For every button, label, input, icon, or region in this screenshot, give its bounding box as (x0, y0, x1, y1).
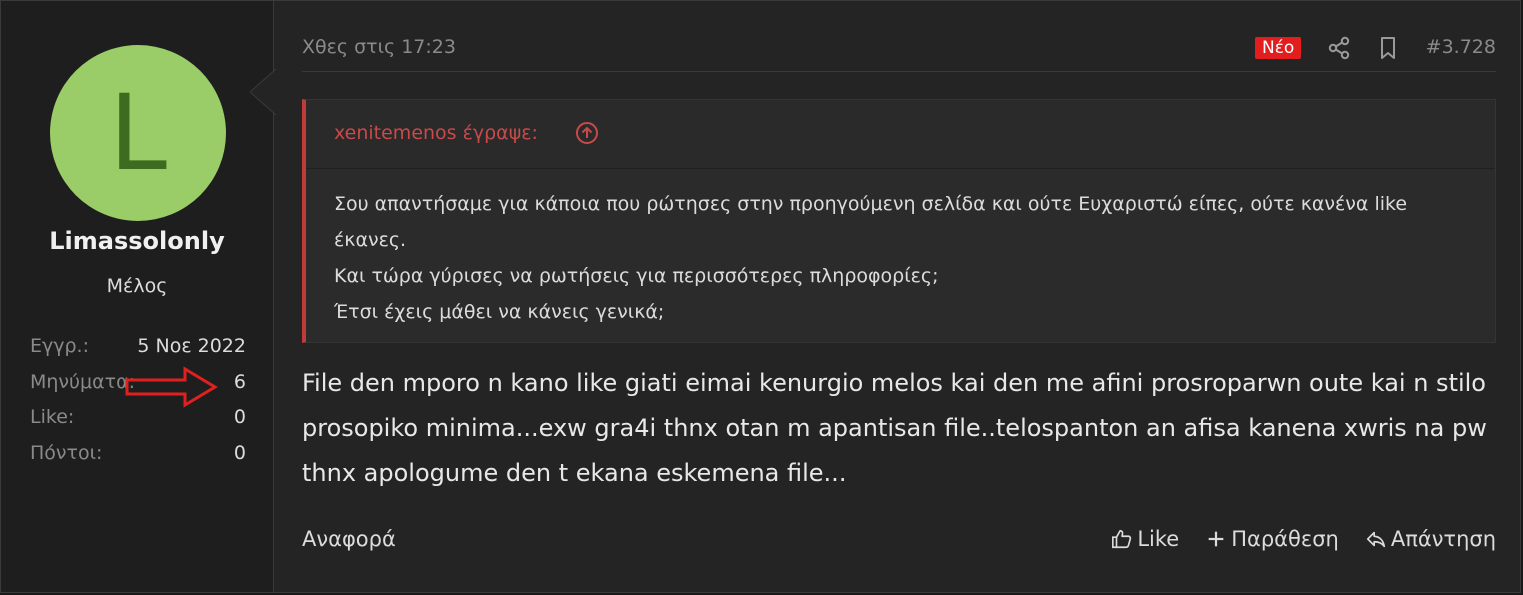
stat-row-likes: Like: 0 (30, 406, 246, 442)
quote-line: Έτσι έχεις μάθει να κάνεις γενικά; (334, 301, 665, 323)
new-badge: Νέο (1255, 37, 1302, 59)
user-title: Μέλος (106, 275, 168, 297)
post-pointer-arrow (250, 69, 276, 115)
quote-header: xenitemenos έγραψε: (306, 100, 1495, 169)
post-main: Χθες στις 17:23 Νέο #3.728 xenitemenos έ… (274, 1, 1520, 592)
report-link[interactable]: Αναφορά (302, 527, 396, 551)
post-date-link[interactable]: Χθες στις 17:23 (302, 36, 456, 58)
quote-author-link[interactable]: xenitemenos έγραψε: (334, 122, 538, 144)
avatar[interactable]: L (50, 45, 226, 221)
stat-row-points: Πόντοι: 0 (30, 442, 246, 478)
reply-button[interactable]: Απάντηση (1365, 527, 1496, 551)
like-label: Like (1137, 527, 1180, 551)
stat-label: Εγγρ.: (30, 335, 89, 357)
share-icon[interactable] (1326, 35, 1352, 61)
like-button[interactable]: Like (1111, 527, 1179, 551)
plus-icon (1208, 531, 1224, 547)
stat-value: 0 (233, 441, 246, 464)
post-meta-bar: Χθες στις 17:23 Νέο #3.728 (302, 31, 1496, 72)
post-footer: Αναφορά Like Παράθεση Απάντηση (302, 523, 1496, 559)
stat-value: 6 (233, 370, 246, 393)
red-arrow-annotation-icon (125, 366, 218, 408)
stat-label: Like: (30, 406, 75, 428)
arrow-up-circle-icon[interactable] (575, 121, 599, 145)
reply-arrow-icon (1366, 531, 1385, 548)
user-info-panel: L Limassolonly Μέλος Εγγρ.: 5 Νοε 2022 Μ… (1, 1, 274, 592)
quote-line: Και τώρα γύρισες να ρωτήσεις για περισσό… (334, 265, 939, 287)
post-message: File den mporo n kano like giati eimai k… (302, 369, 1487, 487)
stat-label: Μηνύματα: (30, 370, 136, 393)
forum-post: L Limassolonly Μέλος Εγγρ.: 5 Νοε 2022 Μ… (0, 0, 1521, 593)
bookmark-icon[interactable] (1375, 35, 1401, 61)
quote-label: Παράθεση (1231, 527, 1339, 551)
reply-label: Απάντηση (1390, 527, 1496, 551)
quote-line: Σου απαντήσαμε για κάποια που ρώτησες στ… (334, 193, 1408, 251)
post-number-link[interactable]: #3.728 (1426, 36, 1496, 58)
quote-button[interactable]: Παράθεση (1205, 527, 1339, 551)
stat-value: 0 (233, 406, 246, 428)
quote-body: Σου απαντήσαμε για κάποια που ρώτησες στ… (306, 169, 1495, 330)
username-link[interactable]: Limassolonly (1, 227, 273, 255)
stat-label: Πόντοι: (30, 441, 103, 464)
thumbs-up-icon (1112, 529, 1132, 549)
quote-block: xenitemenos έγραψε: Σου απαντήσαμε για κ… (302, 99, 1496, 343)
post-actions: Like Παράθεση Απάντηση (1111, 527, 1496, 551)
